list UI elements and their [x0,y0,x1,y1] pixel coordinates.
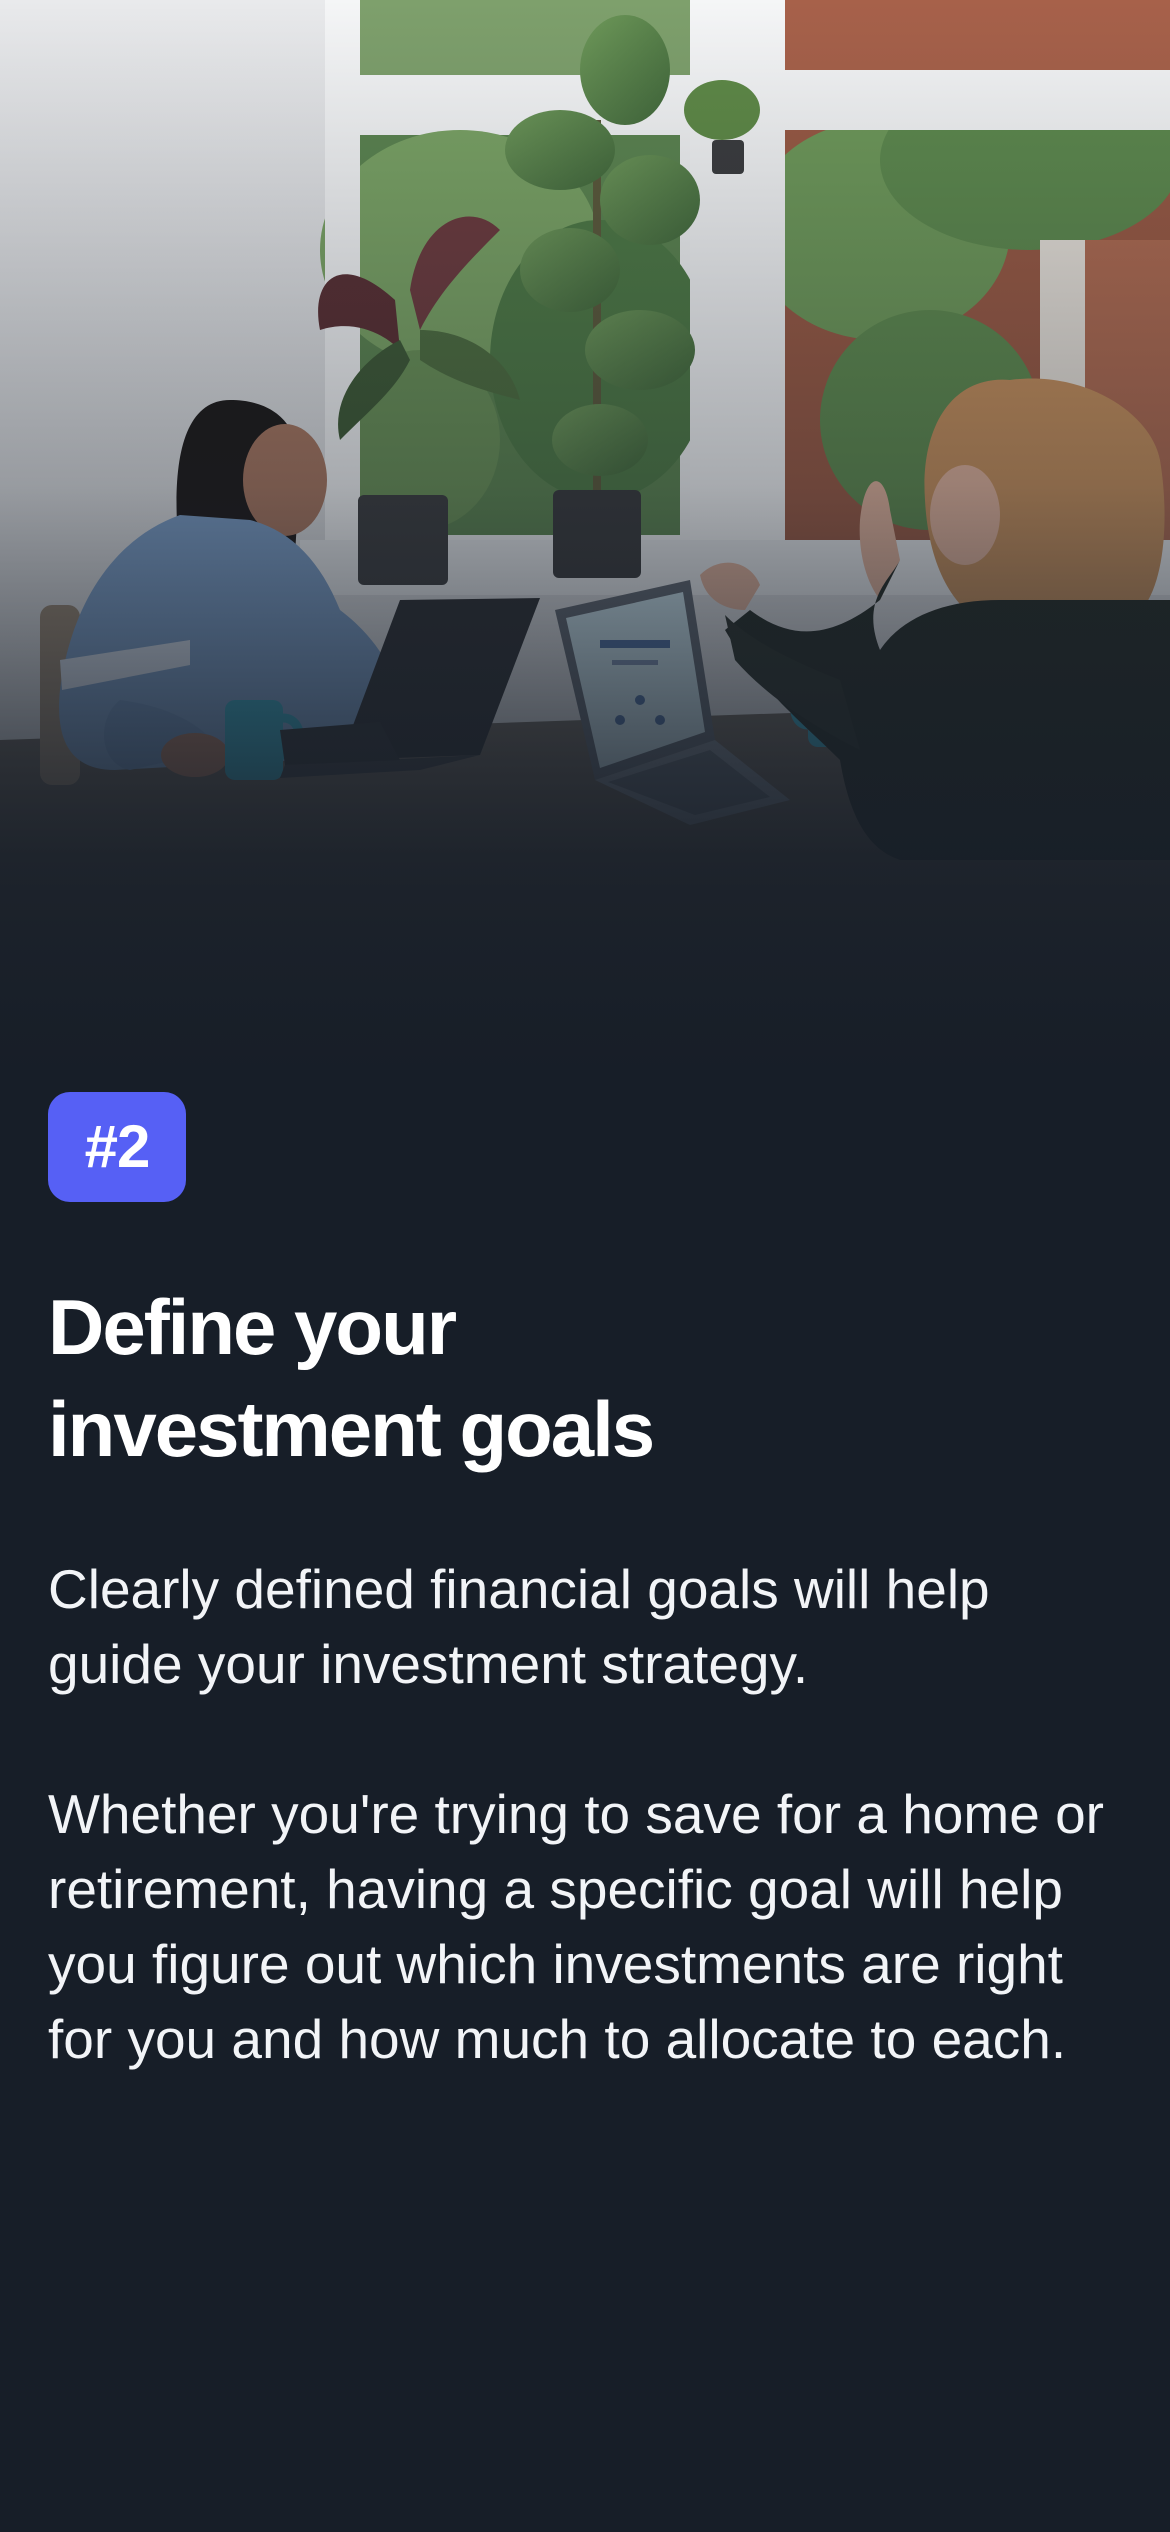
onboarding-title: Define your investment goals [48,1283,655,1473]
onboarding-screen: #2 Define your investment goals Clearly … [0,0,1170,2532]
hero-photo-illustration [0,0,1170,1080]
hero-photo [0,0,1170,1080]
onboarding-paragraph-2: Whether you're trying to save for a home… [48,1783,1104,2070]
step-number-badge: #2 [48,1092,186,1202]
onboarding-content: #2 Define your investment goals Clearly … [48,1092,1122,2077]
onboarding-paragraph-1: Clearly defined financial goals will hel… [48,1558,990,1695]
